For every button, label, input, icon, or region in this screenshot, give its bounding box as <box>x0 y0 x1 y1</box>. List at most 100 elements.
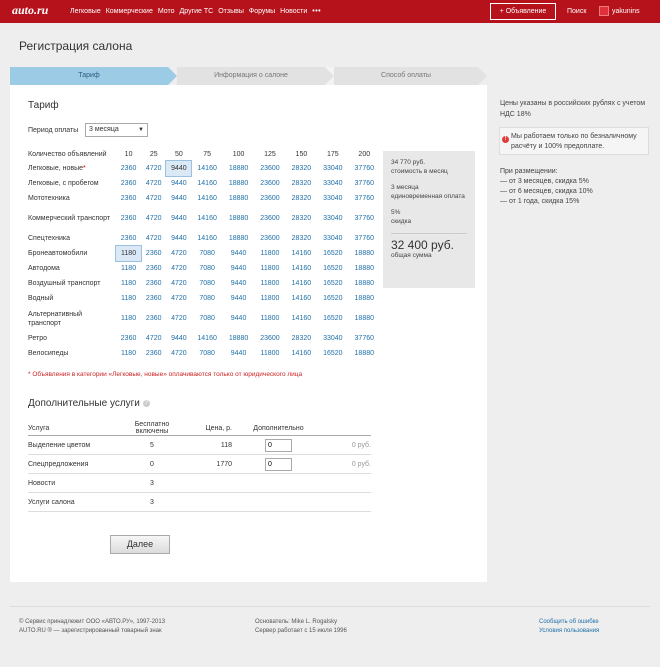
price-cell[interactable]: 4720 <box>141 206 166 231</box>
price-cell[interactable]: 37760 <box>349 191 380 206</box>
price-cell[interactable]: 14160 <box>286 306 317 331</box>
help-icon[interactable]: ? <box>142 400 150 407</box>
price-cell[interactable]: 14160 <box>191 191 222 206</box>
price-cell[interactable]: 4720 <box>166 346 191 361</box>
price-cell[interactable]: 4720 <box>166 246 191 261</box>
price-cell[interactable]: 4720 <box>166 261 191 276</box>
price-cell[interactable]: 14160 <box>191 206 222 231</box>
price-cell[interactable]: 4720 <box>166 291 191 306</box>
price-cell[interactable]: 23600 <box>254 176 285 191</box>
search-link[interactable]: Поиск <box>567 8 586 15</box>
terms-link[interactable]: Условия пользования <box>539 628 599 634</box>
price-cell[interactable]: 14160 <box>286 261 317 276</box>
price-cell[interactable]: 37760 <box>349 206 380 231</box>
price-cell[interactable]: 37760 <box>349 331 380 346</box>
price-cell[interactable]: 1180 <box>116 291 141 306</box>
report-error-link[interactable]: Сообщить об ошибке <box>539 619 599 625</box>
price-cell[interactable]: 23600 <box>254 331 285 346</box>
price-cell[interactable]: 7080 <box>191 261 222 276</box>
price-cell[interactable]: 18880 <box>223 231 254 246</box>
price-cell[interactable]: 18880 <box>223 176 254 191</box>
price-cell[interactable]: 2360 <box>141 346 166 361</box>
price-cell[interactable]: 28320 <box>286 176 317 191</box>
price-cell[interactable]: 2360 <box>141 291 166 306</box>
price-cell[interactable]: 37760 <box>349 176 380 191</box>
price-cell[interactable]: 23600 <box>254 231 285 246</box>
price-cell[interactable]: 1180 <box>116 276 141 291</box>
price-cell[interactable]: 4720 <box>141 161 166 176</box>
price-cell[interactable]: 2360 <box>116 231 141 246</box>
price-cell[interactable]: 1180 <box>116 261 141 276</box>
price-cell[interactable]: 11800 <box>254 346 285 361</box>
price-cell[interactable]: 9440 <box>166 176 191 191</box>
price-cell[interactable]: 16520 <box>317 346 348 361</box>
price-cell[interactable]: 23600 <box>254 161 285 176</box>
price-cell[interactable]: 9440 <box>166 331 191 346</box>
price-cell[interactable]: 2360 <box>141 306 166 331</box>
price-cell[interactable]: 33040 <box>317 331 348 346</box>
price-cell[interactable]: 33040 <box>317 176 348 191</box>
price-cell[interactable]: 18880 <box>349 246 380 261</box>
price-cell[interactable]: 7080 <box>191 291 222 306</box>
price-cell[interactable]: 18880 <box>349 276 380 291</box>
price-cell[interactable]: 4720 <box>141 231 166 246</box>
price-cell[interactable]: 14160 <box>286 276 317 291</box>
price-cell[interactable]: 33040 <box>317 206 348 231</box>
price-cell[interactable]: 11800 <box>254 291 285 306</box>
step-payment-method[interactable]: Способ оплаты <box>334 67 478 85</box>
price-cell[interactable]: 37760 <box>349 231 380 246</box>
price-cell[interactable]: 9440 <box>223 261 254 276</box>
price-cell[interactable]: 7080 <box>191 346 222 361</box>
auto-ru-logo[interactable]: auto.ru <box>12 3 48 18</box>
price-cell[interactable]: 2360 <box>141 261 166 276</box>
price-cell[interactable]: 28320 <box>286 161 317 176</box>
price-cell[interactable]: 23600 <box>254 206 285 231</box>
price-cell[interactable]: 2360 <box>116 331 141 346</box>
price-cell[interactable]: 9440 <box>223 276 254 291</box>
price-cell[interactable]: 2360 <box>141 246 166 261</box>
price-cell[interactable]: 9440 <box>223 306 254 331</box>
price-cell[interactable]: 33040 <box>317 191 348 206</box>
price-cell[interactable]: 14160 <box>191 161 222 176</box>
price-cell[interactable]: 11800 <box>254 306 285 331</box>
price-cell[interactable]: 16520 <box>317 246 348 261</box>
highlight-qty-input[interactable] <box>265 438 292 452</box>
price-cell[interactable]: 9440 <box>223 346 254 361</box>
price-cell[interactable]: 9440 <box>165 160 193 177</box>
price-cell[interactable]: 16520 <box>317 306 348 331</box>
price-cell[interactable]: 2360 <box>141 276 166 291</box>
price-cell[interactable]: 2360 <box>116 191 141 206</box>
price-cell[interactable]: 11800 <box>254 261 285 276</box>
price-cell[interactable]: 16520 <box>317 291 348 306</box>
price-cell[interactable]: 18880 <box>349 346 380 361</box>
price-cell[interactable]: 37760 <box>349 161 380 176</box>
price-cell[interactable]: 14160 <box>191 176 222 191</box>
price-cell[interactable]: 9440 <box>166 206 191 231</box>
next-button[interactable]: Далее <box>110 535 170 554</box>
price-cell[interactable]: 2360 <box>116 176 141 191</box>
price-cell[interactable]: 18880 <box>223 331 254 346</box>
price-cell[interactable]: 33040 <box>317 231 348 246</box>
nav-news[interactable]: Новости <box>280 8 307 15</box>
price-cell[interactable]: 14160 <box>191 331 222 346</box>
price-cell[interactable]: 9440 <box>166 231 191 246</box>
price-cell[interactable]: 9440 <box>223 246 254 261</box>
price-cell[interactable]: 1180 <box>116 306 141 331</box>
nav-cars[interactable]: Легковые <box>70 8 101 15</box>
price-cell[interactable]: 14160 <box>286 246 317 261</box>
price-cell[interactable]: 28320 <box>286 191 317 206</box>
price-cell[interactable]: 4720 <box>166 276 191 291</box>
price-cell[interactable]: 18880 <box>223 206 254 231</box>
price-cell[interactable]: 4720 <box>166 306 191 331</box>
price-cell[interactable]: 9440 <box>166 191 191 206</box>
more-menu-icon[interactable]: ••• <box>312 8 321 15</box>
user-menu[interactable]: yakunins <box>599 6 640 16</box>
nav-moto[interactable]: Мото <box>158 8 175 15</box>
price-cell[interactable]: 28320 <box>286 206 317 231</box>
price-cell[interactable]: 23600 <box>254 191 285 206</box>
price-cell[interactable]: 28320 <box>286 231 317 246</box>
step-salon-info[interactable]: Информация о салоне <box>177 67 325 85</box>
price-cell[interactable]: 18880 <box>349 306 380 331</box>
price-cell[interactable]: 7080 <box>191 306 222 331</box>
price-cell[interactable]: 2360 <box>116 161 141 176</box>
